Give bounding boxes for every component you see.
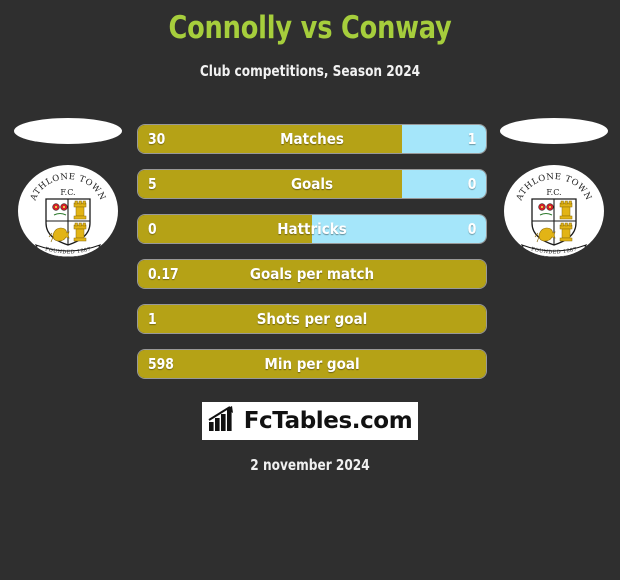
fctables-logo-text: FcTables.com bbox=[243, 408, 413, 434]
svg-text:F.C.: F.C. bbox=[546, 188, 561, 197]
left-team-crest: ATHLONE TOWN F.C. FOUNDED 1887 bbox=[18, 165, 118, 257]
page-subtitle: Club competitions, Season 2024 bbox=[199, 62, 421, 80]
stat-bar-home-fill bbox=[138, 350, 486, 378]
stat-bar-track bbox=[138, 215, 486, 243]
svg-text:F.C.: F.C. bbox=[60, 188, 75, 197]
stat-bar-track bbox=[138, 125, 486, 153]
stat-row-goals: 5 Goals 0 bbox=[138, 170, 486, 198]
stat-home-value: 0 bbox=[148, 220, 157, 238]
page-title: Connolly vs Conway bbox=[168, 10, 452, 46]
stat-home-value: 1 bbox=[148, 310, 157, 328]
stat-bar-home-fill bbox=[138, 170, 403, 198]
stat-row-shots-per-goal: 1 Shots per goal bbox=[138, 305, 486, 333]
right-ellipse-decoration bbox=[500, 118, 608, 144]
stat-bar-track bbox=[138, 350, 486, 378]
right-team-crest-area: ATHLONE TOWN F.C. FOUNDED 1887 bbox=[488, 118, 618, 278]
stat-bar-track bbox=[138, 305, 486, 333]
stat-row-matches: 30 Matches 1 bbox=[138, 125, 486, 153]
stat-away-value: 1 bbox=[467, 130, 476, 148]
stat-bar-home-fill bbox=[138, 260, 486, 288]
stat-home-value: 5 bbox=[148, 175, 157, 193]
stat-bar-home-fill bbox=[138, 215, 312, 243]
right-team-crest: ATHLONE TOWN F.C. FOUNDED 1887 bbox=[504, 165, 604, 257]
stat-row-min-per-goal: 598 Min per goal bbox=[138, 350, 486, 378]
stat-bar-home-fill bbox=[138, 305, 486, 333]
stat-away-value: 0 bbox=[467, 175, 476, 193]
fctables-logo[interactable]: FcTables.com bbox=[202, 402, 418, 440]
stat-bar-track bbox=[138, 260, 486, 288]
report-date: 2 november 2024 bbox=[250, 456, 370, 474]
stat-bar-home-fill bbox=[138, 125, 403, 153]
stat-bar-away-fill bbox=[312, 215, 486, 243]
left-ellipse-decoration bbox=[14, 118, 122, 144]
stat-away-value: 0 bbox=[467, 220, 476, 238]
stat-row-hattricks: 0 Hattricks 0 bbox=[138, 215, 486, 243]
stat-home-value: 0.17 bbox=[148, 265, 179, 283]
stat-bar-list: 30 Matches 1 5 Goals 0 0 Hattricks 0 0.1… bbox=[138, 125, 486, 395]
stat-bar-track bbox=[138, 170, 486, 198]
stat-row-goals-per-match: 0.17 Goals per match bbox=[138, 260, 486, 288]
bar-chart-icon bbox=[208, 405, 238, 437]
stat-home-value: 598 bbox=[148, 355, 174, 373]
stat-comparison-page: Connolly vs Conway Club competitions, Se… bbox=[0, 0, 620, 580]
left-team-crest-area: ATHLONE TOWN F.C. FOUNDED 1887 bbox=[2, 118, 132, 278]
stat-home-value: 30 bbox=[148, 130, 166, 148]
